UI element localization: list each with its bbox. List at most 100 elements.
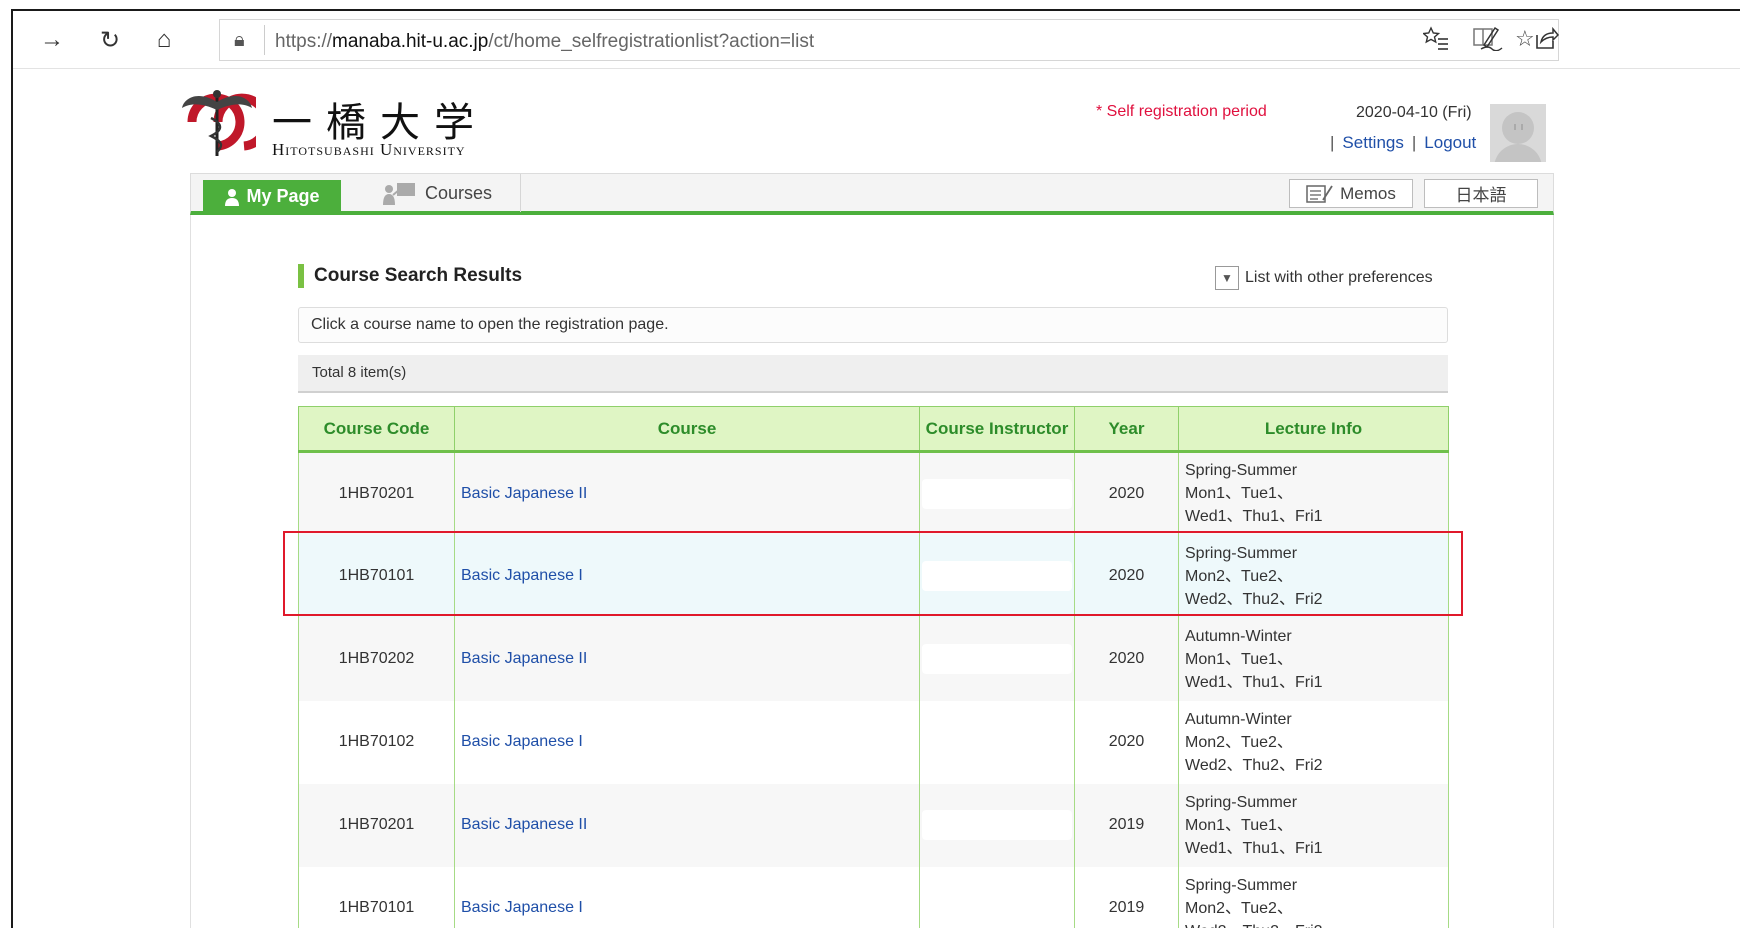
lecture-periods: Mon1、Tue1、 xyxy=(1185,816,1293,834)
avatar-head xyxy=(1502,112,1534,144)
instructor-cell xyxy=(919,783,1075,867)
url-text[interactable]: https://manaba.hit-u.ac.jp/ct/home_selfr… xyxy=(275,31,814,53)
course-link[interactable]: Basic Japanese II xyxy=(461,650,587,667)
avatar[interactable] xyxy=(1490,104,1546,162)
share-icon[interactable] xyxy=(1533,25,1560,58)
dropdown-arrow-icon: ▼ xyxy=(1215,266,1239,290)
course-results-table: Course Code Course Course Instructor Yea… xyxy=(298,406,1449,928)
memo-icon xyxy=(1306,184,1333,203)
table-header-row: Course Code Course Course Instructor Yea… xyxy=(298,406,1449,453)
url-host: manaba.hit-u.ac.jp xyxy=(332,31,489,52)
avatar-eye xyxy=(1521,124,1523,130)
tab-my-page-label: My Page xyxy=(246,186,320,206)
course-code-cell: 1HB70102 xyxy=(298,700,455,784)
memos-button[interactable]: Memos xyxy=(1289,179,1413,208)
avatar-eye xyxy=(1514,124,1516,130)
lecture-periods: Mon2、Tue2、 xyxy=(1185,733,1293,751)
lock-icon: 🔒︎ xyxy=(234,29,245,51)
lecture-periods: Wed1、Thu1、Fri1 xyxy=(1185,839,1323,857)
instructor-cell xyxy=(919,700,1075,784)
favorite-star-icon[interactable]: ☆ xyxy=(1515,26,1535,52)
logo-english: Hitotsubashi University xyxy=(272,140,466,159)
instruction-box: Click a course name to open the registra… xyxy=(298,307,1448,343)
lecture-info-cell: Spring-Summer Mon1、Tue1、 Wed1、Thu1、Fri1 xyxy=(1178,783,1449,867)
settings-link[interactable]: Settings xyxy=(1342,133,1403,152)
tab-my-page[interactable]: My Page xyxy=(203,180,341,213)
tab-courses-label: Courses xyxy=(424,182,493,203)
redacted-instructor xyxy=(922,810,1072,840)
courses-icon xyxy=(382,183,415,205)
course-link[interactable]: Basic Japanese II xyxy=(461,485,587,502)
course-cell: Basic Japanese II xyxy=(454,451,920,535)
course-cell: Basic Japanese II xyxy=(454,783,920,867)
browser-toolbar: → ↻ ⌂ 🔒︎ https://manaba.hit-u.ac.jp/ct/h… xyxy=(13,11,1740,69)
lecture-periods: Wed1、Thu1、Fri1 xyxy=(1185,673,1323,691)
refresh-icon[interactable]: ↻ xyxy=(95,25,125,55)
table-row: 1HB70102 Basic Japanese I 2020 Autumn-Wi… xyxy=(298,700,1449,784)
column-header-year: Year xyxy=(1074,406,1179,453)
year-cell: 2020 xyxy=(1074,617,1179,701)
lecture-info-cell: Spring-Summer Mon2、Tue2、 Wed2、Thu2、Fri2 xyxy=(1178,866,1449,928)
selected-row-highlight xyxy=(283,531,1463,616)
home-icon[interactable]: ⌂ xyxy=(149,25,179,55)
lecture-info-cell: Autumn-Winter Mon2、Tue2、 Wed2、Thu2、Fri2 xyxy=(1178,700,1449,784)
address-bar[interactable]: 🔒︎ https://manaba.hit-u.ac.jp/ct/home_se… xyxy=(219,19,1559,61)
column-header-instructor: Course Instructor xyxy=(919,406,1075,453)
person-icon xyxy=(225,188,240,206)
table-row: 1HB70202 Basic Japanese II 2020 Autumn-W… xyxy=(298,617,1449,701)
logout-link[interactable]: Logout xyxy=(1424,133,1476,152)
address-divider xyxy=(264,25,265,55)
table-row: 1HB70201 Basic Japanese II 2020 Spring-S… xyxy=(298,451,1449,535)
url-path: /ct/home_selfregistrationlist?action=lis… xyxy=(488,31,815,52)
lecture-periods: Wed2、Thu2、Fri2 xyxy=(1185,756,1323,774)
course-link[interactable]: Basic Japanese I xyxy=(461,899,583,916)
other-preferences-link[interactable]: ▼ List with other preferences xyxy=(1215,266,1433,290)
favorites-list-icon[interactable] xyxy=(1421,25,1449,58)
forward-icon[interactable]: → xyxy=(37,25,67,55)
table-row: 1HB70201 Basic Japanese II 2019 Spring-S… xyxy=(298,783,1449,867)
lecture-term: Autumn-Winter xyxy=(1185,710,1292,728)
column-header-course-code: Course Code xyxy=(298,406,455,453)
tab-courses[interactable]: Courses xyxy=(353,174,521,212)
language-button[interactable]: 日本語 xyxy=(1424,179,1538,208)
column-header-course: Course xyxy=(454,406,920,453)
pen-icon[interactable] xyxy=(1478,25,1504,58)
lecture-periods: Mon1、Tue1、 xyxy=(1185,650,1293,668)
year-cell: 2019 xyxy=(1074,783,1179,867)
redacted-instructor xyxy=(922,478,1072,509)
year-cell: 2020 xyxy=(1074,451,1179,535)
lecture-periods: Mon1、Tue1、 xyxy=(1185,485,1293,503)
lecture-info-cell: Autumn-Winter Mon1、Tue1、 Wed1、Thu1、Fri1 xyxy=(1178,617,1449,701)
url-scheme: https:// xyxy=(275,31,333,52)
instructor-cell xyxy=(919,451,1075,535)
redacted-instructor xyxy=(922,644,1072,674)
lecture-term: Spring-Summer xyxy=(1185,462,1298,480)
course-cell: Basic Japanese I xyxy=(454,700,920,784)
course-cell: Basic Japanese II xyxy=(454,617,920,701)
other-preferences-label: List with other preferences xyxy=(1245,269,1433,286)
lecture-periods: Wed2、Thu2、Fri2 xyxy=(1185,920,1448,928)
course-code-cell: 1HB70201 xyxy=(298,783,455,867)
university-emblem-icon xyxy=(182,90,256,156)
lecture-info-cell: Spring-Summer Mon1、Tue1、 Wed1、Thu1、Fri1 xyxy=(1178,451,1449,535)
total-count: Total 8 item(s) xyxy=(298,355,1448,393)
current-date: 2020-04-10 (Fri) xyxy=(1356,104,1472,121)
course-cell: Basic Japanese I xyxy=(454,866,920,928)
course-link[interactable]: Basic Japanese I xyxy=(461,733,583,750)
link-separator: | xyxy=(1330,133,1335,152)
redacted-instructor xyxy=(922,893,1072,923)
account-links: | Settings | Logout xyxy=(1322,133,1476,153)
language-label: 日本語 xyxy=(1455,186,1507,205)
course-code-cell: 1HB70101 xyxy=(298,866,455,928)
instructor-cell xyxy=(919,866,1075,928)
instructor-cell xyxy=(919,617,1075,701)
lecture-term: Spring-Summer xyxy=(1185,793,1298,811)
course-link[interactable]: Basic Japanese II xyxy=(461,816,587,833)
course-code-cell: 1HB70201 xyxy=(298,451,455,535)
avatar-body xyxy=(1494,144,1542,162)
year-cell: 2020 xyxy=(1074,700,1179,784)
university-logo[interactable]: 一橋大学 Hitotsubashi University xyxy=(178,84,498,164)
year-cell: 2019 xyxy=(1074,866,1179,928)
self-registration-notice[interactable]: * Self registration period xyxy=(1096,103,1267,121)
lecture-term: Spring-Summer xyxy=(1185,876,1298,894)
